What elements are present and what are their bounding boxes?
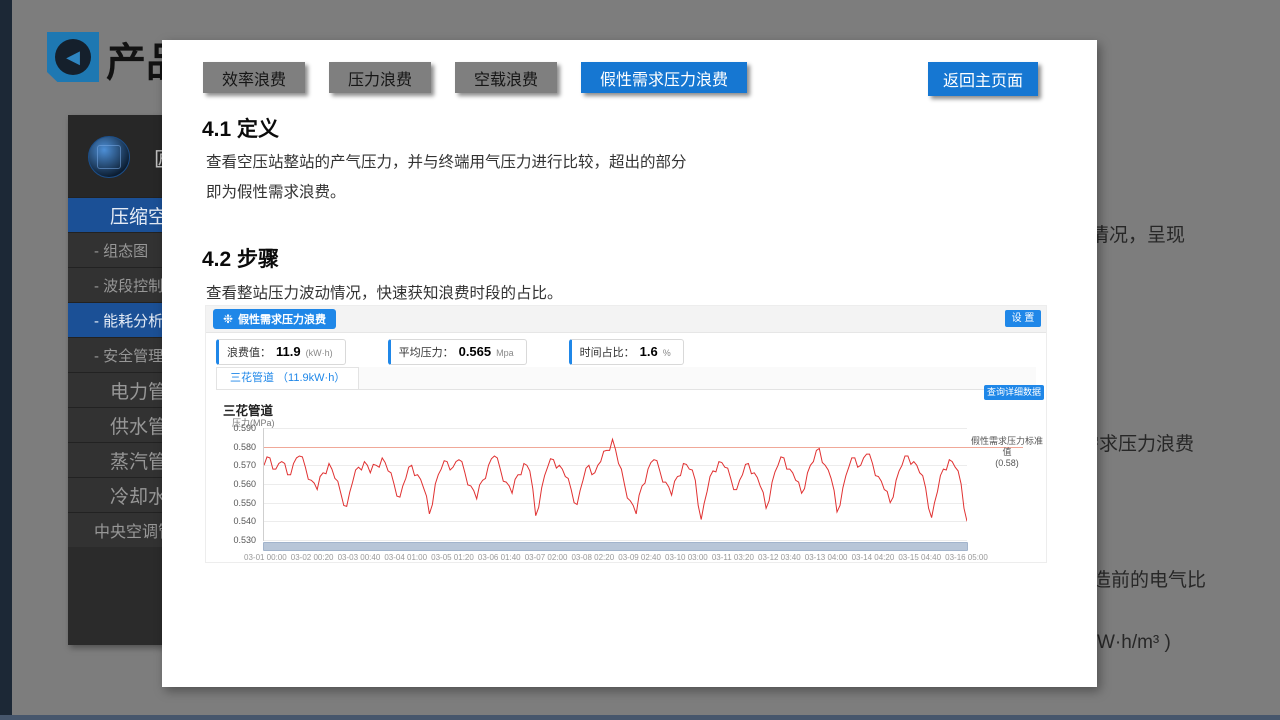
waste-tab[interactable]: 压力浪费: [329, 62, 431, 93]
bottom-edge-strip: [0, 715, 1280, 720]
stat-value: 11.9: [276, 344, 301, 359]
left-edge-strip: [0, 0, 12, 720]
back-logo-button[interactable]: ◀: [47, 32, 99, 82]
chart-horizontal-scrollbar[interactable]: [263, 542, 968, 551]
waste-tab[interactable]: 空载浪费: [455, 62, 557, 93]
stat-value: 0.565: [459, 344, 492, 359]
waste-tab-row: 效率浪费压力浪费空载浪费假性需求压力浪费: [203, 62, 747, 93]
steps-title: 4.2 步骤: [202, 243, 279, 273]
x-tick-label: 03-13 04:00: [805, 553, 848, 562]
pipe-tab-sanhua[interactable]: 三花管道 （11.9kW·h）: [216, 367, 359, 389]
x-tick-label: 03-06 01:40: [478, 553, 521, 562]
x-tick-label: 03-14 04:20: [852, 553, 895, 562]
stat-label: 时间占比：: [580, 344, 635, 360]
x-tick-label: 03-08 02:20: [571, 553, 614, 562]
y-tick-label: 0.580: [233, 442, 256, 452]
app-title-badge: ❉ 假性需求压力浪费: [213, 309, 336, 329]
x-tick-label: 03-15 04:40: [898, 553, 941, 562]
embedded-app-screenshot: ❉ 假性需求压力浪费 设 置 浪费值： 11.9 (kW·h) 平均压力： 0.565 M…: [205, 305, 1047, 563]
stat-value: 1.6: [640, 344, 658, 359]
y-axis-ticks: 0.5900.5800.5700.5600.5500.5400.530: [220, 428, 260, 540]
x-tick-label: 03-09 02:40: [618, 553, 661, 562]
definition-line-1: 查看空压站整站的产气压力，并与终端用气压力进行比较，超出的部分: [206, 148, 687, 178]
background-text-fragment: 情况，呈现: [1090, 220, 1185, 247]
background-text-fragment: W·h/m³ ): [1097, 632, 1171, 654]
x-tick-label: 03-02 00:20: [291, 553, 334, 562]
return-home-button[interactable]: 返回主页面: [928, 62, 1038, 96]
stats-row: 浪费值： 11.9 (kW·h) 平均压力： 0.565 Mpa 时间占比： 1.6%: [216, 339, 684, 365]
definition-text: 查看空压站整站的产气压力，并与终端用气压力进行比较，超出的部分 即为假性需求浪费…: [206, 148, 687, 208]
background-text-fragment: 需求压力浪费: [1080, 429, 1194, 456]
stat-label: 浪费值：: [227, 344, 271, 360]
x-tick-label: 03-11 03:20: [712, 553, 754, 562]
y-tick-label: 0.540: [233, 516, 256, 526]
pressure-line-chart: [263, 428, 967, 541]
x-tick-label: 03-03 00:40: [338, 553, 381, 562]
reference-line-value: (0.58): [968, 458, 1046, 469]
stat-box: 浪费值： 11.9 (kW·h): [216, 339, 346, 365]
x-tick-label: 03-05 01:20: [431, 553, 474, 562]
content-panel: 效率浪费压力浪费空载浪费假性需求压力浪费 返回主页面 4.1 定义 查看空压站整…: [162, 40, 1097, 687]
y-tick-label: 0.570: [233, 460, 256, 470]
y-tick-label: 0.530: [233, 535, 256, 545]
settings-button[interactable]: 设 置: [1005, 310, 1041, 327]
y-tick-label: 0.590: [233, 423, 256, 433]
stat-box: 时间占比： 1.6%: [569, 339, 684, 365]
x-axis-ticks: 03-01 00:00 03-02 00:20 03-03 00:4003-04 0…: [244, 553, 988, 562]
query-detail-button[interactable]: 查询详细数据: [984, 385, 1044, 400]
gridline: [264, 540, 967, 541]
pipe-tab-strip: 三花管道 （11.9kW·h）: [216, 367, 1036, 390]
x-tick-label: 03-01 00:00: [244, 553, 287, 562]
stat-label: 平均压力：: [399, 344, 454, 360]
reference-line-label: 假性需求压力标准值: [968, 436, 1046, 458]
reference-line-annotation: 假性需求压力标准值 (0.58): [968, 436, 1046, 469]
definition-line-2: 即为假性需求浪费。: [206, 178, 687, 208]
x-tick-label: 03-04 01:00: [384, 553, 427, 562]
stat-unit: %: [663, 348, 671, 358]
x-tick-label: 03-16 05:00: [945, 553, 988, 562]
waste-tab[interactable]: 假性需求压力浪费: [581, 62, 747, 93]
background-text-fragment: 造前的电气比: [1092, 565, 1206, 592]
x-tick-label: 03-07 02:00: [525, 553, 568, 562]
y-tick-label: 0.550: [233, 498, 256, 508]
stat-unit: (kW·h): [306, 348, 333, 358]
waste-analysis-icon: ❉: [223, 312, 233, 326]
y-tick-label: 0.560: [233, 479, 256, 489]
stat-box: 平均压力： 0.565 Mpa: [388, 339, 527, 365]
back-icon: ◀: [55, 39, 91, 75]
app-title-text: 假性需求压力浪费: [238, 311, 326, 327]
brand-logo-icon: [88, 136, 130, 178]
definition-title: 4.1 定义: [202, 113, 279, 143]
x-tick-label: 03-10 03:00: [665, 553, 708, 562]
waste-tab[interactable]: 效率浪费: [203, 62, 305, 93]
x-tick-label: 03-12 03:40: [758, 553, 801, 562]
stat-unit: Mpa: [496, 348, 514, 358]
